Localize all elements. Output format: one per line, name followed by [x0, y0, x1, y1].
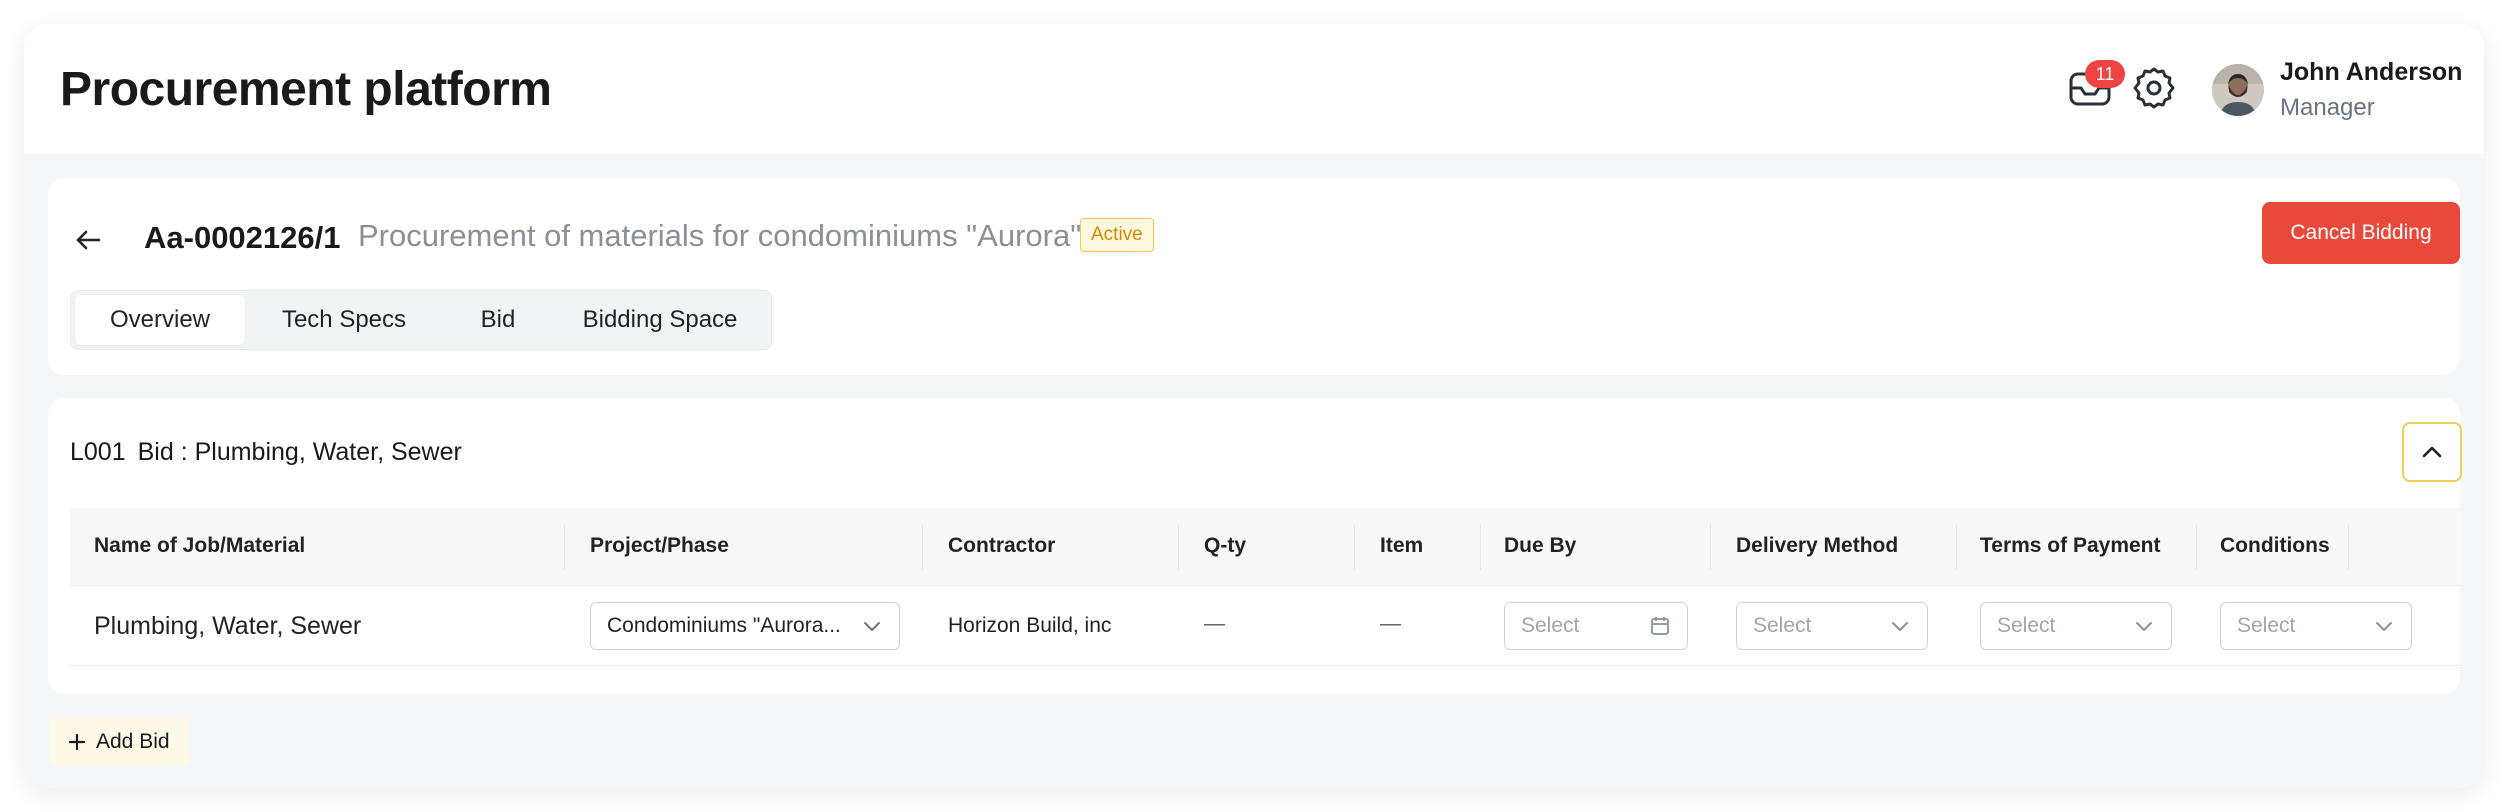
lot-card: L001 Bid : Plumbing, Water, Sewer Name of…	[48, 398, 2462, 694]
add-bid-button[interactable]: Add Bid	[50, 718, 188, 766]
gear-icon	[2133, 67, 2175, 109]
table-header: Name of Job/Material Project/Phase Contr…	[70, 508, 2462, 586]
bid-header-card: Aa-0002126/1 Procurement of materials fo…	[48, 178, 2460, 375]
project-phase-value: Condominiums "Aurora...	[607, 614, 841, 637]
bid-description: Procurement of materials for condominium…	[358, 218, 1082, 253]
column-header: Delivery Method	[1736, 534, 1899, 557]
lot-title: Bid : Plumbing, Water, Sewer	[137, 438, 462, 466]
project-phase-select[interactable]: Condominiums "Aurora...	[590, 602, 900, 650]
terms-of-payment-placeholder: Select	[1997, 614, 2056, 637]
job-name-cell: Plumbing, Water, Sewer	[94, 612, 362, 640]
tab-bidding-space[interactable]: Bidding Space	[553, 295, 767, 345]
qty-cell: —	[1204, 612, 1225, 635]
bid-id: Aa-0002126/1	[144, 220, 341, 255]
tab-tech-specs[interactable]: Tech Specs	[245, 295, 443, 345]
chevron-down-icon	[2136, 622, 2152, 631]
arrow-left-icon	[76, 230, 101, 250]
delivery-method-placeholder: Select	[1753, 614, 1812, 637]
column-header: Item	[1380, 534, 1424, 557]
add-bid-label: Add Bid	[96, 730, 170, 753]
user-avatar-icon	[2212, 64, 2264, 116]
tab-overview[interactable]: Overview	[75, 295, 245, 345]
column-header: Due By	[1504, 534, 1577, 557]
column-header: Conditions	[2220, 534, 2330, 557]
column-divider	[1710, 524, 1711, 570]
column-header: Contractor	[948, 534, 1056, 557]
contractor-cell: Horizon Build, inc	[948, 614, 1112, 637]
avatar[interactable]	[2212, 64, 2264, 116]
settings-button[interactable]	[2129, 62, 2179, 114]
chevron-down-icon	[2376, 622, 2392, 631]
table-row: Plumbing, Water, Sewer Condominiums "Aur…	[70, 586, 2462, 666]
user-role: Manager	[2280, 94, 2375, 121]
due-by-date-picker[interactable]: Select	[1504, 602, 1688, 650]
column-divider	[2196, 524, 2197, 570]
app-title: Procurement platform	[60, 63, 552, 116]
conditions-select[interactable]: Select	[2220, 602, 2412, 650]
column-header: Name of Job/Material	[94, 534, 306, 557]
column-divider	[2348, 524, 2349, 570]
chevron-down-icon	[1892, 622, 1908, 631]
column-divider	[1354, 524, 1355, 570]
plus-icon	[68, 733, 86, 751]
back-button[interactable]	[70, 222, 106, 258]
column-divider	[1178, 524, 1179, 570]
column-header: Project/Phase	[590, 534, 729, 557]
notification-badge: 11	[2085, 60, 2125, 88]
column-header: Terms of Payment	[1980, 534, 2161, 557]
delivery-method-select[interactable]: Select	[1736, 602, 1928, 650]
column-header: Q-ty	[1204, 534, 1246, 557]
app-window: Procurement platform 11 John Anderson Ma…	[24, 24, 2484, 788]
lot-heading: L001 Bid : Plumbing, Water, Sewer	[70, 438, 462, 467]
status-badge: Active	[1080, 218, 1154, 252]
cancel-bidding-button[interactable]: Cancel Bidding	[2262, 202, 2460, 264]
tab-bar: Overview Tech Specs Bid Bidding Space	[70, 290, 772, 350]
column-divider	[922, 524, 923, 570]
chevron-down-icon	[864, 622, 880, 631]
user-name: John Anderson	[2280, 58, 2463, 86]
column-divider	[1480, 524, 1481, 570]
due-by-placeholder: Select	[1521, 614, 1580, 637]
column-divider	[564, 524, 565, 570]
lot-code: L001	[70, 438, 126, 466]
collapse-button[interactable]	[2402, 422, 2462, 482]
column-divider	[1956, 524, 1957, 570]
tab-bid[interactable]: Bid	[443, 295, 553, 345]
terms-of-payment-select[interactable]: Select	[1980, 602, 2172, 650]
conditions-placeholder: Select	[2237, 614, 2296, 637]
chevron-up-icon	[2422, 446, 2442, 458]
item-cell: —	[1380, 612, 1401, 635]
calendar-icon	[1651, 617, 1669, 635]
top-bar: Procurement platform 11 John Anderson Ma…	[24, 24, 2484, 154]
